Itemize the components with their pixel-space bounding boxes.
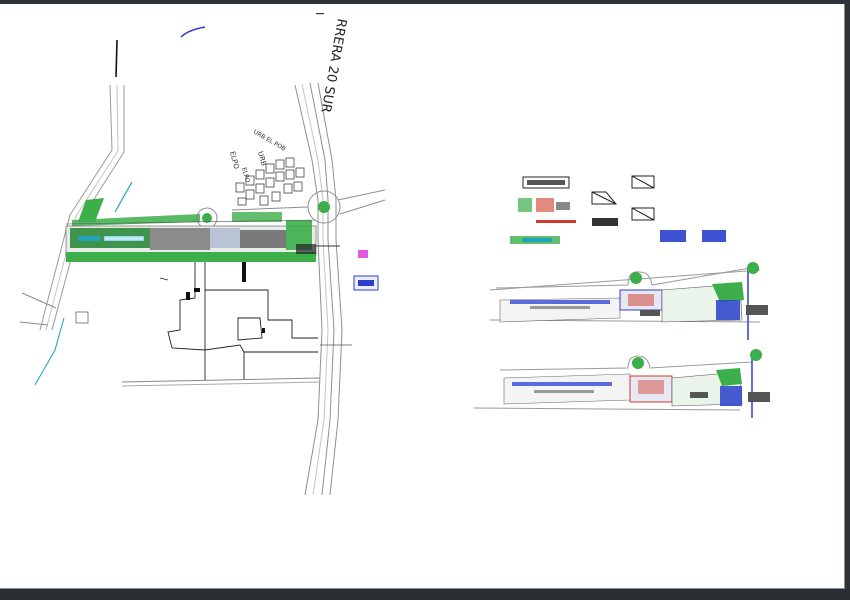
carrera-20-sur-road xyxy=(294,82,343,496)
stray-blue-stroke xyxy=(180,26,206,38)
urb-label-2: ELPO xyxy=(228,150,241,170)
urb-label-3: URB xyxy=(256,150,268,167)
plan-view-1 xyxy=(489,262,768,340)
cad-drawing-canvas: I RRERA 20 SUR URB EL POB ELPO URB ELPO xyxy=(0,0,850,600)
urb-label-4: ELPO xyxy=(240,167,251,184)
detail-thumbnails xyxy=(510,175,726,244)
industrial-blocks xyxy=(159,262,318,380)
plan-view-2 xyxy=(473,349,770,418)
stray-black-line xyxy=(115,39,118,78)
urb-label-1: URB EL POB xyxy=(252,129,287,153)
site-plan-drawing: I RRERA 20 SUR URB EL POB ELPO URB ELPO xyxy=(19,12,770,496)
street-label: RRERA 20 SUR xyxy=(318,17,349,113)
roundabout-island xyxy=(318,201,330,213)
small-lot xyxy=(75,311,89,324)
left-water-line xyxy=(34,317,65,386)
left-road xyxy=(39,84,125,331)
street-label-mark: I xyxy=(313,12,326,15)
